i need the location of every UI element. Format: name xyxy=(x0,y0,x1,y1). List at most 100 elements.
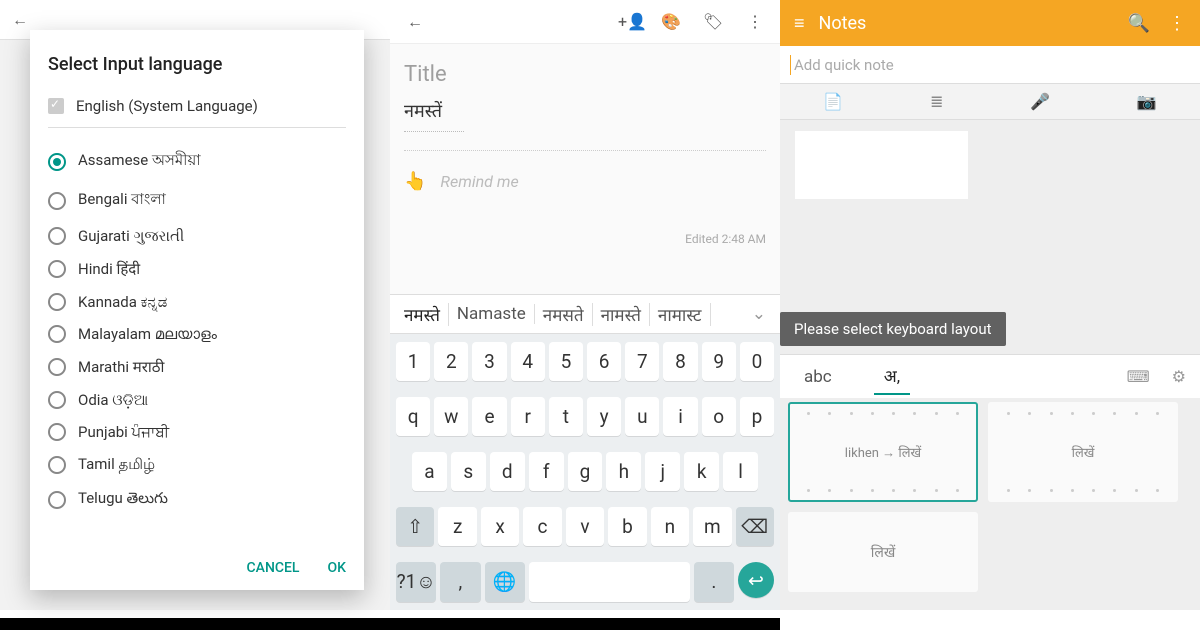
key-9[interactable]: 9 xyxy=(702,342,736,381)
key-w[interactable]: w xyxy=(434,397,468,436)
title-field[interactable]: Title xyxy=(404,62,766,87)
language-option[interactable]: Hindi हिंदी xyxy=(48,252,346,286)
key-v[interactable]: v xyxy=(566,507,604,546)
note-body-field[interactable]: नमस्तें xyxy=(404,99,464,132)
key-d[interactable]: d xyxy=(490,452,525,491)
note-card[interactable] xyxy=(794,130,969,200)
label-icon[interactable]: 🏷 xyxy=(702,12,724,31)
suggestion[interactable]: नामस्ते xyxy=(593,303,650,326)
layout-option-translit[interactable]: likhen → लिखें xyxy=(788,402,978,502)
remind-me-row[interactable]: 👆 Remind me xyxy=(404,171,766,192)
checkbox-icon[interactable] xyxy=(48,98,64,114)
language-option[interactable]: Telugu తెలుగు xyxy=(48,482,346,518)
radio-icon[interactable] xyxy=(48,293,66,311)
space-key[interactable] xyxy=(529,562,690,602)
search-icon[interactable]: 🔍 xyxy=(1128,13,1150,34)
quick-note-input[interactable]: Add quick note xyxy=(780,46,1200,84)
enter-key[interactable]: ↩ xyxy=(738,562,774,598)
cancel-button[interactable]: CANCEL xyxy=(247,560,300,576)
language-option[interactable]: Kannada ಕನ್ನಡ xyxy=(48,286,346,318)
key-i[interactable]: i xyxy=(663,397,697,436)
layout-option-native[interactable]: लिखें xyxy=(988,402,1178,502)
language-option[interactable]: Bengali বাংলা xyxy=(48,181,346,220)
radio-icon[interactable] xyxy=(48,423,66,441)
key-r[interactable]: r xyxy=(511,397,545,436)
key-c[interactable]: c xyxy=(523,507,561,546)
palette-icon[interactable]: 🎨 xyxy=(660,12,682,31)
key-y[interactable]: y xyxy=(587,397,621,436)
key-2[interactable]: 2 xyxy=(434,342,468,381)
key-k[interactable]: k xyxy=(684,452,719,491)
key-s[interactable]: s xyxy=(451,452,486,491)
language-option[interactable]: Gujarati ગુજરાતી xyxy=(48,220,346,252)
comma-key[interactable]: , xyxy=(440,562,480,602)
period-key[interactable]: . xyxy=(694,562,734,602)
keyboard-icon[interactable]: ⌨ xyxy=(1127,367,1150,386)
radio-icon[interactable] xyxy=(48,227,66,245)
menu-icon[interactable]: ≡ xyxy=(794,13,805,34)
language-option[interactable]: Assamese অসমীয়া xyxy=(48,142,346,181)
radio-icon[interactable] xyxy=(48,358,66,376)
key-4[interactable]: 4 xyxy=(511,342,545,381)
voice-note-icon[interactable]: 🎤 xyxy=(1030,92,1050,111)
expand-suggestions-icon[interactable]: ⌄ xyxy=(744,304,774,324)
key-7[interactable]: 7 xyxy=(625,342,659,381)
list-note-icon[interactable]: ≣ xyxy=(930,92,943,111)
key-0[interactable]: 0 xyxy=(740,342,774,381)
suggestion[interactable]: नामास्ट xyxy=(650,303,711,326)
key-n[interactable]: n xyxy=(651,507,689,546)
tab-native[interactable]: अ, xyxy=(874,358,910,395)
radio-icon[interactable] xyxy=(48,491,66,509)
radio-icon[interactable] xyxy=(48,260,66,278)
language-option[interactable]: Punjabi ਪੰਜਾਬੀ xyxy=(48,416,346,448)
back-icon[interactable]: ← xyxy=(10,10,30,30)
key-q[interactable]: q xyxy=(396,397,430,436)
add-collaborator-icon[interactable]: +👤 xyxy=(618,12,640,31)
overflow-icon[interactable]: ⋮ xyxy=(1168,13,1186,34)
text-note-icon[interactable]: 📄 xyxy=(823,92,843,111)
layout-option-handwriting[interactable]: लिखें xyxy=(788,512,978,592)
key-3[interactable]: 3 xyxy=(472,342,506,381)
backspace-key[interactable]: ⌫ xyxy=(736,507,774,546)
suggestion[interactable]: नमसते xyxy=(535,303,593,326)
symbols-key[interactable]: ?1☺ xyxy=(396,562,436,602)
key-5[interactable]: 5 xyxy=(549,342,583,381)
language-option[interactable]: Tamil தமிழ் xyxy=(48,448,346,482)
key-e[interactable]: e xyxy=(472,397,506,436)
globe-key[interactable]: 🌐 xyxy=(485,562,525,602)
radio-icon[interactable] xyxy=(48,153,66,171)
key-p[interactable]: p xyxy=(740,397,774,436)
key-j[interactable]: j xyxy=(645,452,680,491)
key-t[interactable]: t xyxy=(549,397,583,436)
key-a[interactable]: a xyxy=(412,452,447,491)
language-option[interactable]: Malayalam മലയാളം xyxy=(48,318,346,350)
settings-icon[interactable]: ⚙ xyxy=(1172,367,1186,386)
key-1[interactable]: 1 xyxy=(396,342,430,381)
radio-icon[interactable] xyxy=(48,325,66,343)
key-f[interactable]: f xyxy=(529,452,564,491)
suggestion[interactable]: Namaste xyxy=(449,304,535,324)
language-option[interactable]: Odia ଓଡ଼ିଆ xyxy=(48,384,346,416)
key-8[interactable]: 8 xyxy=(663,342,697,381)
radio-icon[interactable] xyxy=(48,192,66,210)
key-m[interactable]: m xyxy=(693,507,731,546)
suggestion[interactable]: नमस्ते xyxy=(396,303,449,326)
system-language-row[interactable]: English (System Language) xyxy=(48,93,346,128)
key-h[interactable]: h xyxy=(606,452,641,491)
radio-icon[interactable] xyxy=(48,456,66,474)
radio-icon[interactable] xyxy=(48,391,66,409)
key-g[interactable]: g xyxy=(568,452,603,491)
photo-note-icon[interactable]: 📷 xyxy=(1137,92,1157,111)
key-o[interactable]: o xyxy=(702,397,736,436)
key-l[interactable]: l xyxy=(723,452,758,491)
key-z[interactable]: z xyxy=(438,507,476,546)
overflow-icon[interactable]: ⋮ xyxy=(744,12,766,31)
key-u[interactable]: u xyxy=(625,397,659,436)
language-option[interactable]: Marathi मराठी xyxy=(48,350,346,384)
ok-button[interactable]: OK xyxy=(328,560,347,576)
key-6[interactable]: 6 xyxy=(587,342,621,381)
key-b[interactable]: b xyxy=(608,507,646,546)
key-x[interactable]: x xyxy=(481,507,519,546)
back-icon[interactable]: ← xyxy=(404,12,426,32)
tab-abc[interactable]: abc xyxy=(794,361,842,393)
